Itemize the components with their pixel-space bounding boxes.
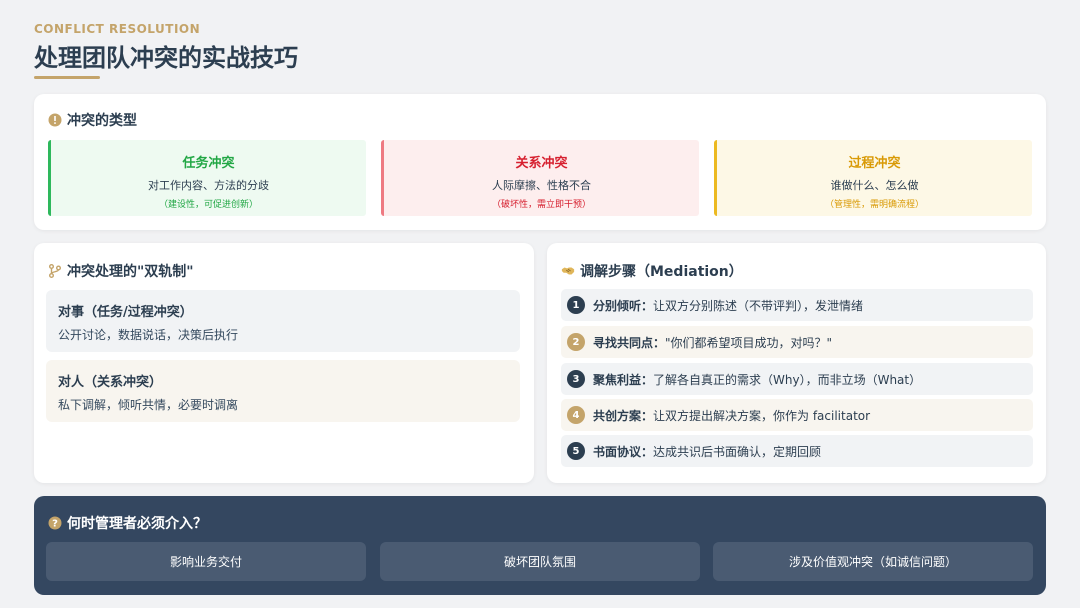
step-text: 了解各自真正的需求（Why），而非立场（What） <box>653 372 922 387</box>
page-title: 处理团队冲突的实战技巧 <box>34 44 298 72</box>
type-process-conflict: 过程冲突 谁做什么、怎么做 （管理性，需明确流程） <box>714 140 1032 216</box>
step-number-badge: 3 <box>567 370 585 388</box>
svg-text:?: ? <box>52 519 58 530</box>
type-task-conflict: 任务冲突 对工作内容、方法的分歧 （建设性，可促进创新） <box>48 140 366 216</box>
step-label: 寻找共同点： <box>593 335 666 350</box>
conflict-types-header: 冲突的类型 <box>48 110 137 130</box>
track-desc: 公开讨论，数据说话，决策后执行 <box>58 328 239 342</box>
track-title: 对人（关系冲突） <box>58 375 163 390</box>
step-text: "你们都希望项目成功，对吗？" <box>665 335 833 350</box>
step-number-badge: 1 <box>567 296 585 314</box>
type-desc: 谁做什么、怎么做 <box>830 179 919 192</box>
type-name: 任务冲突 <box>182 156 235 171</box>
step-text: 让双方分别陈述（不带评判），发泄情绪 <box>653 298 864 313</box>
dual-track-title: 冲突处理的"双轨制" <box>67 264 194 280</box>
title-underline <box>34 76 100 79</box>
branch-icon <box>48 264 62 278</box>
type-name: 过程冲突 <box>848 156 901 171</box>
intervention-header: ? 何时管理者必须介入？ <box>48 513 207 533</box>
step-number-badge: 5 <box>567 442 585 460</box>
step-label: 分别倾听： <box>593 298 654 313</box>
step-label: 书面协议： <box>593 444 654 459</box>
mediation-step: 3 聚焦利益： 了解各自真正的需求（Why），而非立场（What） <box>561 363 1033 395</box>
mediation-step: 1 分别倾听： 让双方分别陈述（不带评判），发泄情绪 <box>561 289 1033 321</box>
type-note: （建设性，可促进创新） <box>158 200 258 210</box>
eyebrow: CONFLICT RESOLUTION <box>34 22 201 36</box>
track-title: 对事（任务/过程冲突） <box>58 305 193 320</box>
mediation-card: 调解步骤（Mediation） 1 分别倾听： 让双方分别陈述（不带评判），发泄… <box>547 243 1046 483</box>
step-text: 达成共识后书面确认，定期回顾 <box>653 444 822 459</box>
mediation-step: 4 共创方案： 让双方提出解决方案，你作为 facilitator <box>561 399 1033 431</box>
mediation-step: 5 书面协议： 达成共识后书面确认，定期回顾 <box>561 435 1033 467</box>
intervention-item: 破坏团队氛围 <box>380 542 700 581</box>
type-desc: 对工作内容、方法的分歧 <box>148 179 269 192</box>
intervention-title: 何时管理者必须介入？ <box>67 516 207 532</box>
handshake-icon <box>561 264 575 278</box>
conflict-types-card: 冲突的类型 任务冲突 对工作内容、方法的分歧 （建设性，可促进创新） 关系冲突 … <box>34 94 1046 230</box>
type-relationship-conflict: 关系冲突 人际摩擦、性格不合 （破坏性，需立即干预） <box>381 140 699 216</box>
dual-track-header: 冲突处理的"双轨制" <box>48 261 194 281</box>
track-matters: 对事（任务/过程冲突） 公开讨论，数据说话，决策后执行 <box>46 290 520 352</box>
step-label: 共创方案： <box>593 408 654 423</box>
intervention-panel: ? 何时管理者必须介入？ 影响业务交付 破坏团队氛围 涉及价值观冲突（如诚信问题… <box>34 496 1046 595</box>
step-label: 聚焦利益： <box>593 372 654 387</box>
type-name: 关系冲突 <box>515 156 568 171</box>
question-circle-icon: ? <box>48 516 62 530</box>
step-number-badge: 2 <box>567 333 585 351</box>
track-people: 对人（关系冲突） 私下调解，倾听共情，必要时调离 <box>46 360 520 422</box>
type-desc: 人际摩擦、性格不合 <box>492 179 591 192</box>
track-desc: 私下调解，倾听共情，必要时调离 <box>58 398 239 412</box>
mediation-step: 2 寻找共同点： "你们都希望项目成功，对吗？" <box>561 326 1033 358</box>
exclamation-circle-icon <box>48 113 62 127</box>
mediation-title: 调解步骤（Mediation） <box>580 264 743 280</box>
dual-track-card: 冲突处理的"双轨制" 对事（任务/过程冲突） 公开讨论，数据说话，决策后执行 对… <box>34 243 534 483</box>
intervention-item: 影响业务交付 <box>46 542 366 581</box>
mediation-header: 调解步骤（Mediation） <box>561 261 743 281</box>
type-note: （管理性，需明确流程） <box>824 200 924 210</box>
step-text: 让双方提出解决方案，你作为 facilitator <box>653 408 871 423</box>
intervention-item: 涉及价值观冲突（如诚信问题） <box>713 542 1033 581</box>
step-number-badge: 4 <box>567 406 585 424</box>
conflict-types-title: 冲突的类型 <box>67 113 137 129</box>
type-note: （破坏性，需立即干预） <box>491 200 591 210</box>
